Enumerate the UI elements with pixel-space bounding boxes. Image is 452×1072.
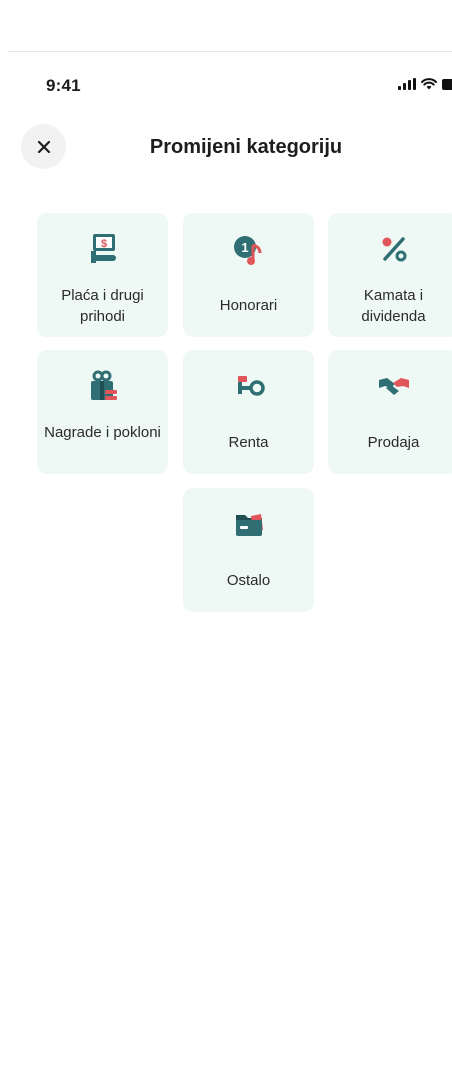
category-label: Prodaja (367, 434, 420, 451)
battery-icon (442, 78, 452, 90)
handshake-icon (376, 368, 412, 404)
page-title: Promijeni kategoriju (149, 136, 343, 158)
category-tile-interest[interactable]: Kamata i dividenda (328, 213, 452, 337)
category-tile-gifts[interactable]: Nagrade i pokloni (37, 350, 168, 474)
honorarium-icon: 1 (231, 231, 267, 267)
status-icons (398, 78, 452, 90)
folder-icon (231, 506, 267, 542)
key-icon (231, 368, 267, 404)
signal-icon (398, 78, 416, 90)
category-tile-sales[interactable]: Prodaja (328, 350, 452, 474)
percent-icon (376, 231, 412, 267)
category-label: Honorari (219, 297, 278, 314)
category-label: Ostalo (226, 572, 271, 589)
category-tile-salary[interactable]: $ Plaća i drugi prihodi (37, 213, 168, 337)
status-time: 9:41 (46, 76, 81, 95)
category-tile-honorarium[interactable]: 1 Honorari (183, 213, 314, 337)
svg-text:$: $ (100, 238, 106, 250)
wifi-icon (421, 78, 437, 90)
svg-text:1: 1 (241, 240, 248, 255)
salary-icon: $ (85, 231, 121, 267)
category-label: Renta (228, 434, 269, 451)
category-tile-rent[interactable]: Renta (183, 350, 314, 474)
gift-icon (85, 368, 121, 404)
category-tile-other[interactable]: Ostalo (183, 488, 314, 612)
category-label: Kamata i dividenda (361, 287, 426, 325)
category-label: Plaća i drugi prihodi (61, 287, 144, 325)
status-bar: 9:41 (0, 0, 452, 110)
category-label: Nagrade i pokloni (44, 424, 161, 441)
